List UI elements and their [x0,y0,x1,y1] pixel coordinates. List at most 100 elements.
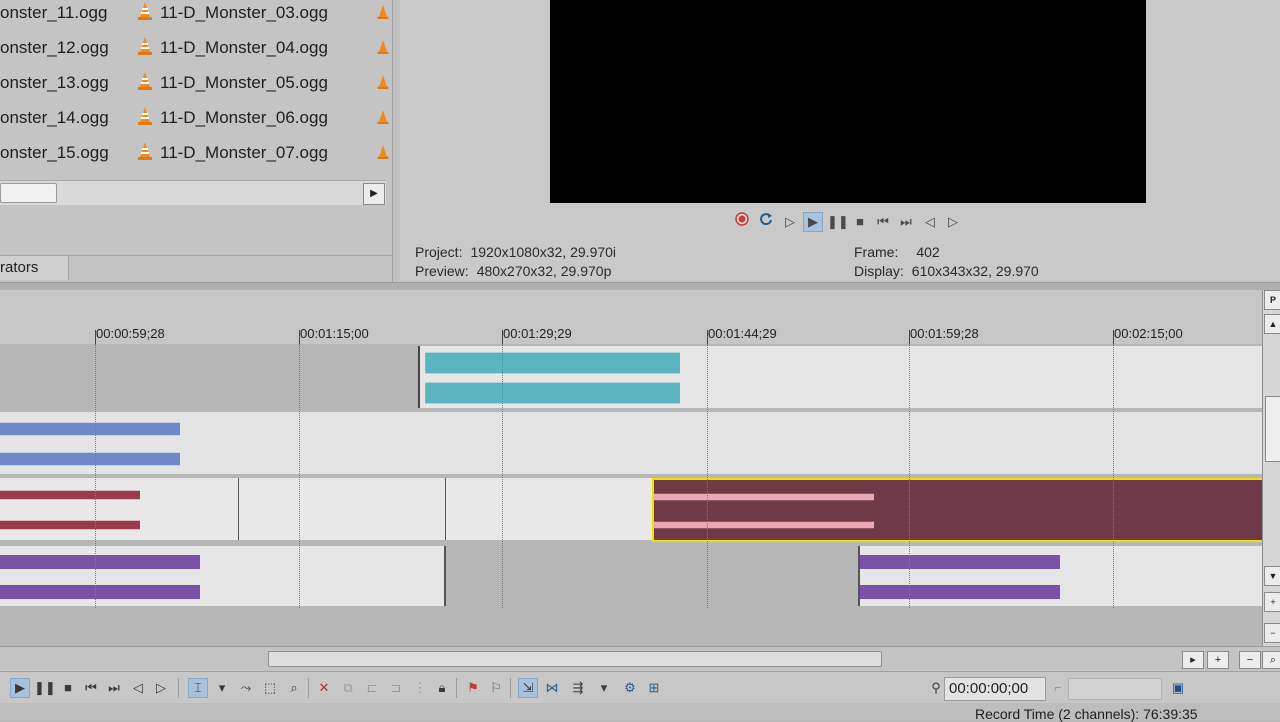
vscroll-thumb[interactable] [1265,396,1280,462]
marker-flag-icon[interactable]: ⚑ [463,678,483,698]
play-from-start-icon[interactable]: ▷ [780,212,800,232]
file-item[interactable]: onster_15.ogg [0,138,109,168]
marker-icon[interactable]: P [1264,290,1280,310]
scroll-thumb[interactable] [0,183,57,203]
audio-clip[interactable] [858,546,1264,606]
trim-icon[interactable]: ⧉ [338,678,358,698]
explorer-hscrollbar[interactable]: ▶ [0,180,386,205]
file-item[interactable]: 11-D_Monster_05.ogg [136,68,328,98]
stop-icon[interactable]: ■ [58,678,78,698]
play-icon[interactable]: ▶ [10,678,30,698]
grid-line [95,344,96,608]
next-frame-icon[interactable]: ▷ [943,212,963,232]
pause-icon[interactable]: ❚❚ [827,212,849,232]
grid-line [502,344,503,608]
file-item[interactable]: onster_14.ogg [0,103,109,133]
prev-frame-icon[interactable]: ◁ [920,212,940,232]
vlc-cone-icon [377,145,389,159]
file-name: 11-D_Monster_06.ogg [160,108,328,127]
zoom-tool-icon[interactable]: ⌕ [284,678,304,698]
scroll-up-icon[interactable]: ▲ [1264,314,1280,334]
file-item[interactable]: onster_13.ogg [0,68,109,98]
zoom-tool-icon[interactable]: ⌕ [1262,651,1280,669]
lock-icon[interactable]: 🔒︎ [432,678,452,698]
scroll-right-icon[interactable]: ▶ [363,183,385,205]
envelope-tool-icon[interactable]: ⤳ [236,678,256,698]
record-icon[interactable] [732,212,752,232]
empty-track-area[interactable] [0,608,1262,646]
audio-clip[interactable] [0,478,652,540]
file-item[interactable]: onster_11.ogg [0,0,107,28]
scroll-right-icon[interactable]: ▸ [1182,651,1204,669]
selected-audio-clip[interactable] [652,478,1264,542]
status-bar: Record Time (2 channels): 76:39:35 [0,703,1280,722]
timeline-hscrollbar[interactable]: ▸ + − ⌕ [0,646,1280,671]
region-icon[interactable]: ⚐ [486,678,506,698]
loop-region-icon[interactable]: ⌐ [1048,678,1068,698]
vlc-cone-icon [377,40,389,54]
scroll-down-icon[interactable]: ▼ [1264,566,1280,586]
waveform [0,422,180,436]
audio-clip[interactable] [0,546,446,606]
waveform [0,520,140,530]
audio-track-4[interactable] [0,542,1264,609]
grid-line [299,344,300,608]
timeline-ruler[interactable]: 00:00:59;28 00:01:15;00 00:01:29;29 00:0… [0,290,1262,345]
vlc-cone-icon [138,107,152,125]
ignore-grouping-icon[interactable]: ⊞ [644,678,664,698]
file-item[interactable]: 11-D_Monster_04.ogg [136,33,328,63]
waveform [0,585,200,599]
audio-track-2[interactable] [0,410,1262,477]
audio-clip[interactable] [0,412,1262,474]
go-to-start-icon[interactable]: ⏮ [81,678,101,698]
ruler-label: 00:01:44;29 [708,326,777,341]
grid-line [1113,344,1114,608]
zoom-in-icon[interactable]: + [1207,651,1229,669]
waveform [0,452,180,466]
preview-label: Preview: [415,263,469,279]
go-to-end-icon[interactable]: ⏭ [896,212,916,232]
loop-icon[interactable] [756,212,776,232]
frame-info: Frame: 402 [854,244,940,260]
trim-end-icon[interactable]: ⊐ [386,678,406,698]
zoom-in-track-icon[interactable]: + [1264,592,1280,612]
waveform [654,493,874,501]
trim-start-icon[interactable]: ⊏ [362,678,382,698]
audio-track-1[interactable] [0,344,1264,411]
vlc-cone-icon [138,2,152,20]
waveform [860,585,1060,599]
pause-icon[interactable]: ❚❚ [34,678,56,698]
audio-clip[interactable] [418,346,1264,408]
lock-envelopes-icon[interactable]: ⚙ [620,678,640,698]
hscroll-thumb[interactable] [268,651,882,667]
normal-edit-tool-icon[interactable]: ⌶ [188,678,208,698]
play-icon[interactable]: ▶ [803,212,823,232]
chevron-down-icon[interactable]: ▾ [594,678,614,698]
audio-track-3[interactable] [0,476,1264,543]
ripple-edit-icon[interactable]: ⇶ [568,678,588,698]
auto-crossfade-icon[interactable]: ⋈ [542,678,562,698]
preview-value: 480x270x32, 29.970p [476,263,612,279]
selection-tool-icon[interactable]: ⬚ [260,678,280,698]
screen-icon[interactable]: ▣ [1168,678,1188,698]
delete-icon[interactable]: ✕ [314,678,334,698]
file-name: onster_15.ogg [0,143,109,162]
file-item[interactable]: 11-D_Monster_03.ogg [136,0,328,28]
file-item[interactable]: 11-D_Monster_06.ogg [136,103,328,133]
file-item[interactable]: 11-D_Monster_07.ogg [136,138,328,168]
tab-media-generators[interactable]: rators [0,256,69,280]
snapping-icon[interactable]: ⇲ [518,678,538,698]
go-to-end-icon[interactable]: ⏭ [104,678,124,698]
go-to-start-icon[interactable]: ⏮ [873,212,893,232]
file-item[interactable]: onster_12.ogg [0,33,109,63]
zoom-out-track-icon[interactable]: − [1264,623,1280,643]
next-frame-icon[interactable]: ▷ [151,678,171,698]
split-icon[interactable]: ⋮ [410,678,430,698]
timecode-display[interactable]: 00:00:00;00 [944,677,1046,701]
loop-region-field[interactable] [1068,678,1162,700]
stop-icon[interactable]: ■ [850,212,870,232]
zoom-out-icon[interactable]: − [1239,651,1261,669]
project-value: 1920x1080x32, 29.970i [470,244,617,260]
prev-frame-icon[interactable]: ◁ [128,678,148,698]
chevron-down-icon[interactable]: ▾ [212,678,232,698]
